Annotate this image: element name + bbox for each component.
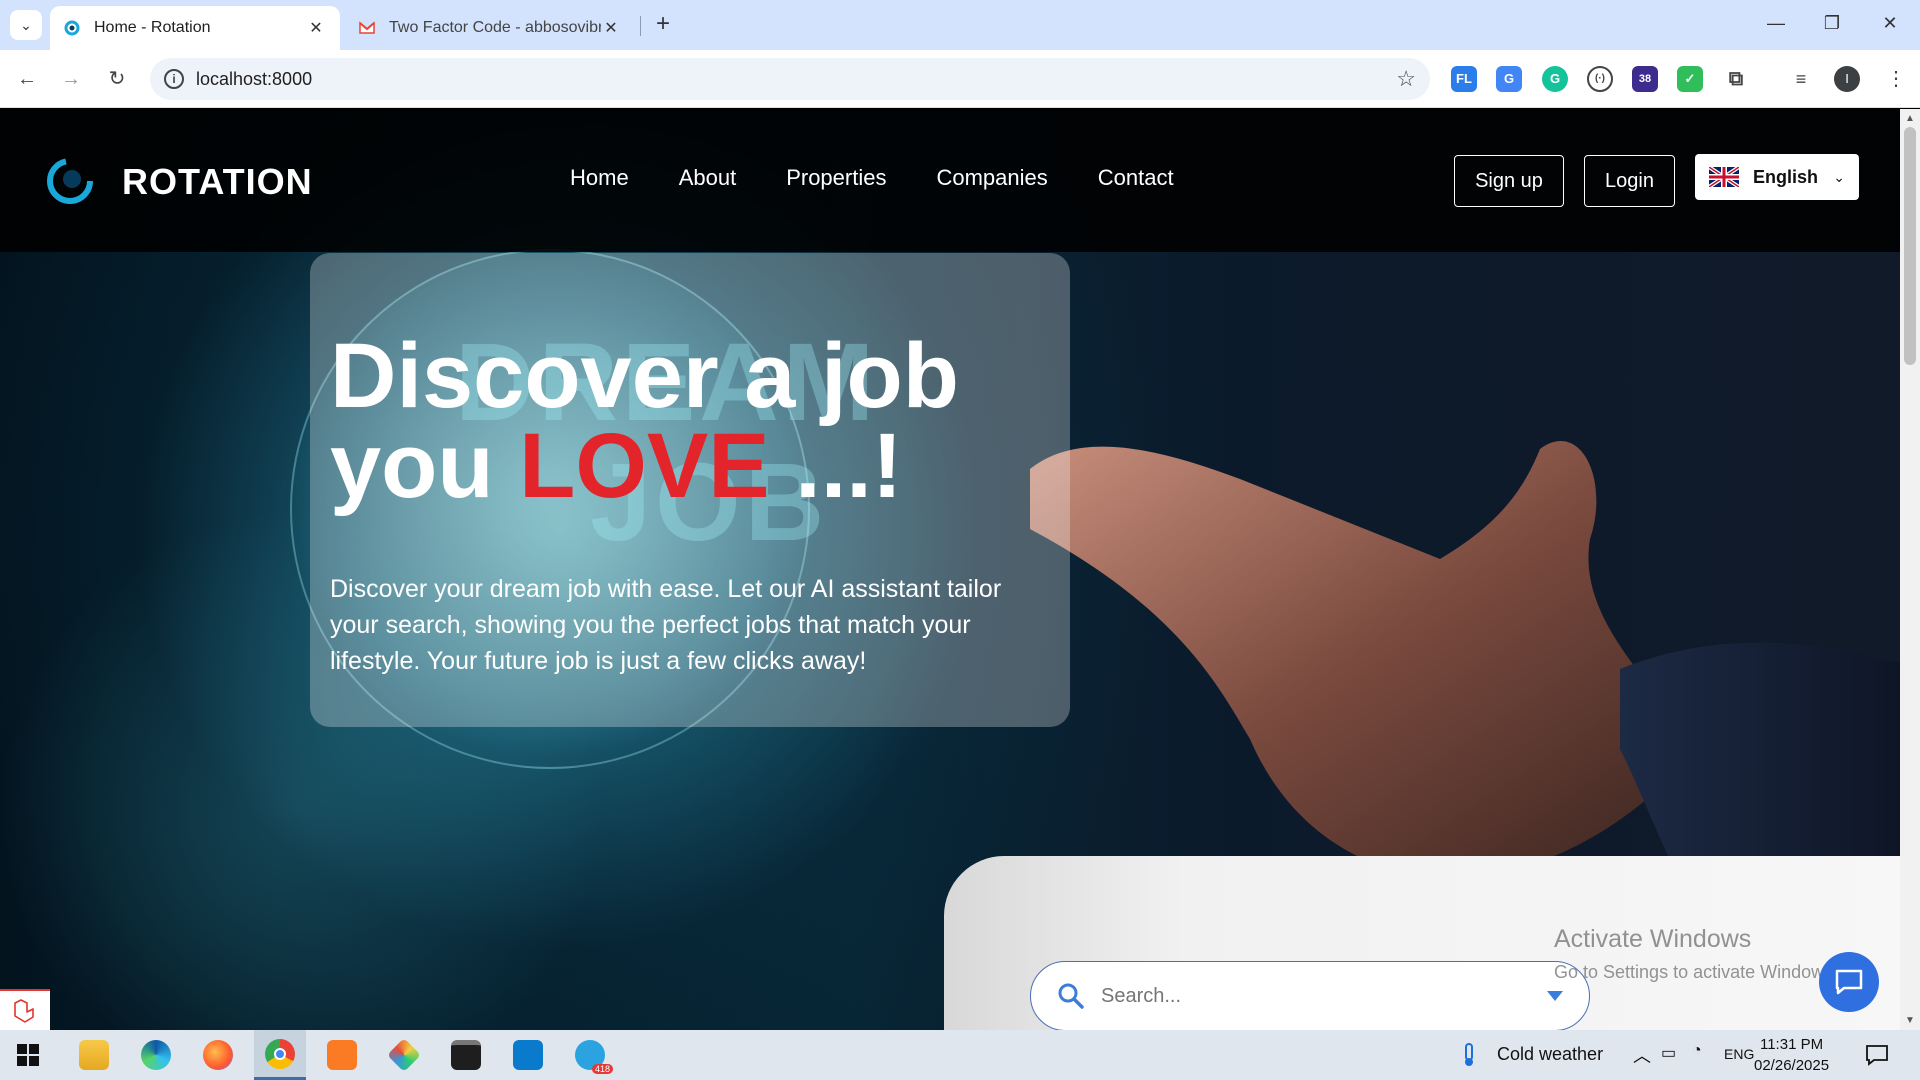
browser-menu-icon[interactable]: ⋮ [1886, 66, 1906, 91]
nav-companies[interactable]: Companies [936, 165, 1047, 191]
windows-logo-icon [17, 1044, 39, 1066]
chat-icon [1835, 969, 1863, 995]
close-tab-icon[interactable]: ✕ [306, 18, 326, 38]
hero-description: Discover your dream job with ease. Let o… [330, 575, 1002, 675]
back-arrow-icon[interactable]: ← [12, 64, 42, 94]
main-nav: Home About Properties Companies Contact [570, 165, 1174, 191]
vscode-icon[interactable] [502, 1030, 554, 1080]
grammarly-icon[interactable]: G [1542, 66, 1568, 92]
nav-properties[interactable]: Properties [786, 165, 886, 191]
nav-contact[interactable]: Contact [1098, 165, 1174, 191]
chrome-icon[interactable] [254, 1030, 306, 1080]
restore-icon[interactable]: ❐ [1812, 8, 1852, 38]
scroll-up-arrow-icon[interactable]: ▲ [1905, 113, 1915, 124]
fl-extension-icon[interactable]: FL [1451, 66, 1477, 92]
rotation-favicon-icon [64, 20, 80, 36]
tab-title: Two Factor Code - abbosovibro [389, 19, 601, 36]
xampp-icon[interactable] [316, 1030, 368, 1080]
telegram-badge: 418 [591, 1064, 613, 1074]
search-input[interactable] [1101, 984, 1547, 1008]
battery-icon[interactable]: ▭ [1661, 1043, 1676, 1063]
forward-arrow-icon[interactable]: → [56, 64, 86, 94]
brand-name[interactable]: ROTATION [122, 161, 313, 203]
weather-text[interactable]: Cold weather [1497, 1044, 1603, 1065]
uk-flag-icon [1709, 167, 1739, 187]
weather-thermometer-icon[interactable] [1456, 1042, 1482, 1068]
hero-title: Discover a job you LOVE ...! [330, 330, 1070, 512]
git-icon[interactable] [378, 1030, 430, 1080]
activate-windows-watermark: Activate Windows Go to Settings to activ… [1554, 925, 1838, 983]
terminal-icon[interactable] [440, 1030, 492, 1080]
signup-button[interactable]: Sign up [1454, 155, 1564, 207]
scroll-down-arrow-icon[interactable]: ▼ [1905, 1015, 1915, 1026]
search-dropdown-caret-icon[interactable] [1547, 991, 1563, 1001]
edge-icon[interactable] [130, 1030, 182, 1080]
clock-date: 02/26/2025 [1754, 1057, 1830, 1074]
hero-title-end: ...! [769, 415, 903, 517]
hero-title-line1: Discover a job [330, 325, 959, 427]
language-label: English [1753, 166, 1819, 187]
tab-two-factor-code[interactable]: Two Factor Code - abbosovibro ✕ [345, 6, 635, 50]
extensions-puzzle-icon[interactable]: ⧉ [1723, 66, 1749, 92]
hero-title-you: you [330, 415, 520, 517]
tab-title: Home - Rotation [94, 19, 211, 36]
minimize-icon[interactable]: — [1756, 8, 1796, 38]
close-tab-icon[interactable]: ✕ [601, 18, 621, 38]
nav-about[interactable]: About [679, 165, 737, 191]
chat-button[interactable] [1819, 952, 1879, 1012]
login-button[interactable]: Login [1584, 155, 1675, 207]
activate-windows-title: Activate Windows [1554, 925, 1752, 953]
firefox-icon[interactable] [192, 1030, 244, 1080]
activate-windows-subtitle: Go to Settings to activate Windows. [1554, 962, 1839, 982]
language-select[interactable]: English ⌄ [1695, 154, 1859, 200]
laravel-logo-icon [14, 998, 34, 1023]
hero-title-love: LOVE [519, 415, 770, 517]
search-icon[interactable] [1057, 982, 1085, 1010]
page-viewport: DREAM JOB ROTATION Home About Properties… [0, 109, 1900, 1030]
site-header: ROTATION Home About Properties Companies… [0, 109, 1900, 252]
telegram-icon[interactable]: 418 [564, 1030, 616, 1080]
show-hidden-icons-chevron-icon[interactable]: ︿ [1633, 1042, 1651, 1068]
graduation-cap-icon[interactable]: 38 [1632, 66, 1658, 92]
dev-tools-icon[interactable]: (·) [1587, 66, 1613, 92]
notification-center-icon[interactable] [1864, 1042, 1890, 1073]
tab-search-chevron-icon[interactable]: ⌄ [10, 10, 42, 40]
site-info-icon[interactable]: i [164, 69, 184, 89]
browser-tab-bar: ⌄ Home - Rotation ✕ Two Factor Code - ab… [0, 0, 1920, 50]
clock-time: 11:31 PM [1759, 1036, 1824, 1053]
wifi-icon[interactable]: ◔ [1692, 1042, 1702, 1060]
nav-home[interactable]: Home [570, 165, 629, 191]
job-search-bar[interactable] [1030, 961, 1590, 1030]
scrollbar-thumb[interactable] [1904, 127, 1916, 365]
close-window-icon[interactable]: ✕ [1870, 8, 1910, 38]
new-tab-plus-icon[interactable]: + [650, 10, 676, 40]
chevron-down-icon: ⌄ [1833, 168, 1845, 185]
bookmark-star-icon[interactable]: ☆ [1396, 66, 1416, 92]
media-controls-icon[interactable]: ≡ [1788, 66, 1814, 92]
input-language[interactable]: ENG [1724, 1046, 1754, 1062]
profile-avatar[interactable]: I [1834, 66, 1860, 92]
start-button[interactable] [2, 1030, 54, 1080]
gmail-icon [359, 21, 375, 34]
system-clock[interactable]: 11:31 PM 02/26/2025 [1754, 1034, 1829, 1076]
file-explorer-icon[interactable] [68, 1030, 120, 1080]
rotation-logo-icon[interactable] [46, 157, 94, 205]
shield-check-icon[interactable]: ✓ [1677, 66, 1703, 92]
page-scrollbar[interactable]: ▲ ▼ [1900, 109, 1920, 1030]
translate-icon[interactable]: G [1496, 66, 1522, 92]
laravel-debugbar-button[interactable] [0, 989, 50, 1030]
url-text[interactable]: localhost:8000 [196, 69, 312, 90]
windows-taskbar: 418 Cold weather ︿ ▭ ◔ ENG 11:31 PM 02/2… [0, 1030, 1920, 1080]
reload-icon[interactable]: ↻ [102, 64, 132, 94]
tab-divider [640, 16, 641, 36]
address-bar[interactable]: i localhost:8000 ☆ [150, 58, 1430, 100]
tab-home-rotation[interactable]: Home - Rotation ✕ [50, 6, 340, 50]
